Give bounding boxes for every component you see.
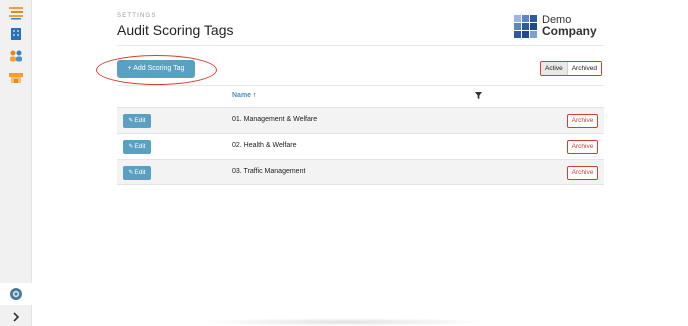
header-divider bbox=[117, 45, 604, 46]
page-title: Audit Scoring Tags bbox=[117, 22, 234, 38]
site-icon[interactable] bbox=[8, 70, 24, 86]
page-eyebrow: SETTINGS bbox=[117, 13, 157, 19]
company-logo: Demo Company bbox=[514, 15, 606, 39]
table-row: ✎Edit 02. Health & Welfare Archive bbox=[117, 133, 604, 159]
status-filter-toggle: Active Archived bbox=[540, 61, 602, 76]
list-icon[interactable] bbox=[8, 5, 24, 21]
table-row: ✎Edit 03. Traffic Management Archive bbox=[117, 159, 604, 185]
sidebar bbox=[0, 0, 32, 326]
settings-nav-item[interactable] bbox=[0, 283, 32, 305]
row-name: 03. Traffic Management bbox=[232, 168, 306, 175]
pencil-icon: ✎ bbox=[128, 170, 134, 176]
logo-text-line2: Company bbox=[542, 24, 597, 38]
expand-sidebar-button[interactable] bbox=[0, 306, 32, 326]
edit-button[interactable]: ✎Edit bbox=[123, 140, 151, 154]
name-column-header[interactable]: Name ↑ bbox=[232, 92, 257, 99]
bottom-shadow bbox=[200, 318, 490, 326]
building-icon[interactable] bbox=[8, 26, 24, 42]
archive-button[interactable]: Archive bbox=[567, 166, 598, 180]
archive-button[interactable]: Archive bbox=[567, 140, 598, 154]
add-scoring-tag-button[interactable]: + Add Scoring Tag bbox=[117, 60, 195, 78]
filter-icon[interactable] bbox=[475, 92, 482, 99]
chevron-right-icon bbox=[13, 312, 20, 322]
row-name: 01. Management & Welfare bbox=[232, 116, 318, 123]
users-icon[interactable] bbox=[8, 48, 24, 64]
pencil-icon: ✎ bbox=[128, 118, 134, 124]
row-name: 02. Health & Welfare bbox=[232, 142, 297, 149]
logo-mark-icon bbox=[514, 15, 537, 38]
edit-button[interactable]: ✎Edit bbox=[123, 166, 151, 180]
active-filter-button[interactable]: Active bbox=[541, 62, 568, 75]
table-row: ✎Edit 01. Management & Welfare Archive bbox=[117, 107, 604, 133]
scoring-tags-table: ✎Edit 01. Management & Welfare Archive ✎… bbox=[117, 107, 604, 185]
archived-filter-button[interactable]: Archived bbox=[567, 62, 601, 75]
gear-icon[interactable] bbox=[8, 286, 24, 302]
sort-ascending-icon: ↑ bbox=[253, 92, 257, 99]
archive-button[interactable]: Archive bbox=[567, 114, 598, 128]
pencil-icon: ✎ bbox=[128, 144, 134, 150]
name-column-label: Name bbox=[232, 92, 252, 99]
toolbar-divider bbox=[117, 85, 604, 86]
edit-button[interactable]: ✎Edit bbox=[123, 114, 151, 128]
